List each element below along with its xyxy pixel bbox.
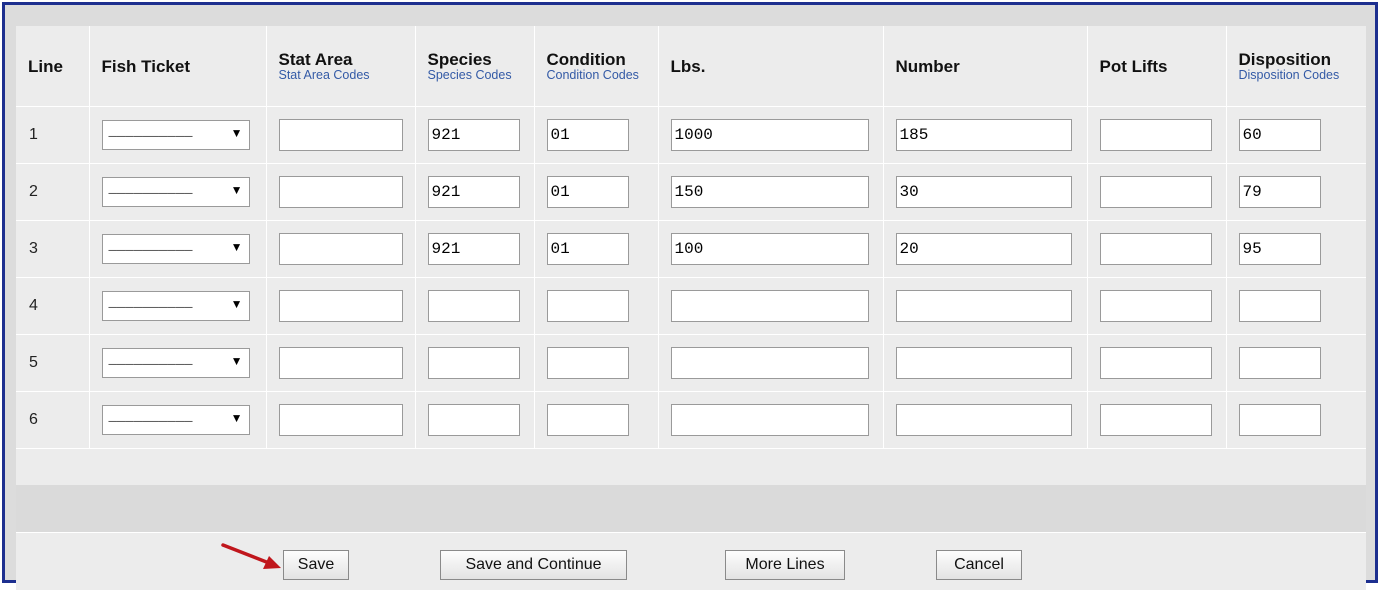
fish-ticket-value: __________ — [108, 238, 193, 254]
save-button[interactable]: Save — [283, 550, 349, 580]
stat-area-input[interactable] — [278, 290, 403, 322]
pot-lifts-input[interactable] — [1099, 176, 1212, 208]
number-input[interactable] — [895, 119, 1072, 151]
header-number: Number — [883, 26, 1088, 107]
species-input[interactable] — [427, 176, 520, 208]
save-and-continue-button[interactable]: Save and Continue — [440, 550, 627, 580]
caret-down-icon: ▼ — [230, 297, 243, 311]
line-number: 1 — [16, 106, 90, 164]
disposition-codes-link[interactable]: Disposition Codes — [1239, 69, 1367, 82]
pot-lifts-input[interactable] — [1099, 233, 1212, 265]
caret-down-icon: ▼ — [230, 411, 243, 425]
disposition-input[interactable] — [1238, 404, 1321, 436]
fish-ticket-value: __________ — [108, 181, 193, 197]
stat-area-input[interactable] — [278, 233, 403, 265]
table-row: 1 __________ ▼ — [16, 106, 1366, 164]
spacer-band — [16, 485, 1366, 532]
fish-ticket-select[interactable]: __________ ▼ — [101, 291, 250, 321]
lbs-input[interactable] — [670, 233, 869, 265]
fish-ticket-select[interactable]: __________ ▼ — [101, 405, 250, 435]
line-number: 2 — [16, 163, 90, 221]
number-input[interactable] — [895, 176, 1072, 208]
fish-ticket-select[interactable]: __________ ▼ — [101, 120, 250, 150]
stat-area-input[interactable] — [278, 176, 403, 208]
table-row: 3 __________ ▼ — [16, 220, 1366, 278]
fish-ticket-select[interactable]: __________ ▼ — [101, 348, 250, 378]
caret-down-icon: ▼ — [230, 240, 243, 254]
header-line: Line — [16, 26, 90, 107]
stat-area-input[interactable] — [278, 119, 403, 151]
form-panel: Line Fish Ticket Stat Area Stat Area Cod… — [16, 26, 1366, 590]
condition-input[interactable] — [546, 404, 629, 436]
header-fish-ticket: Fish Ticket — [89, 26, 267, 107]
disposition-input[interactable] — [1238, 290, 1321, 322]
button-bar: Save Save and Continue More Lines Cancel — [16, 532, 1366, 590]
species-input[interactable] — [427, 233, 520, 265]
lbs-input[interactable] — [670, 290, 869, 322]
fish-ticket-value: __________ — [108, 295, 193, 311]
caret-down-icon: ▼ — [230, 126, 243, 140]
disposition-input[interactable] — [1238, 176, 1321, 208]
cancel-button[interactable]: Cancel — [936, 550, 1022, 580]
species-input[interactable] — [427, 290, 520, 322]
catch-lines-table: Line Fish Ticket Stat Area Stat Area Cod… — [16, 26, 1366, 449]
disposition-input[interactable] — [1238, 119, 1321, 151]
number-input[interactable] — [895, 404, 1072, 436]
lbs-input[interactable] — [670, 176, 869, 208]
line-number: 6 — [16, 391, 90, 449]
species-input[interactable] — [427, 404, 520, 436]
lbs-input[interactable] — [670, 404, 869, 436]
pot-lifts-input[interactable] — [1099, 347, 1212, 379]
header-condition: Condition Condition Codes — [534, 26, 659, 107]
caret-down-icon: ▼ — [230, 183, 243, 197]
fish-ticket-select[interactable]: __________ ▼ — [101, 177, 250, 207]
species-input[interactable] — [427, 119, 520, 151]
condition-input[interactable] — [546, 290, 629, 322]
stat-area-codes-link[interactable]: Stat Area Codes — [279, 69, 415, 82]
table-row: 2 __________ ▼ — [16, 163, 1366, 221]
line-number: 5 — [16, 334, 90, 392]
table-row: 4 __________ ▼ — [16, 277, 1366, 335]
condition-input[interactable] — [546, 176, 629, 208]
pot-lifts-input[interactable] — [1099, 404, 1212, 436]
condition-input[interactable] — [546, 233, 629, 265]
number-input[interactable] — [895, 290, 1072, 322]
fish-ticket-value: __________ — [108, 124, 193, 140]
stat-area-input[interactable] — [278, 404, 403, 436]
caret-down-icon: ▼ — [230, 354, 243, 368]
condition-input[interactable] — [546, 119, 629, 151]
table-row: 5 __________ ▼ — [16, 334, 1366, 392]
disposition-input[interactable] — [1238, 347, 1321, 379]
more-lines-button[interactable]: More Lines — [725, 550, 845, 580]
fish-ticket-select[interactable]: __________ ▼ — [101, 234, 250, 264]
disposition-input[interactable] — [1238, 233, 1321, 265]
fish-ticket-value: __________ — [108, 409, 193, 425]
species-input[interactable] — [427, 347, 520, 379]
header-pot-lifts: Pot Lifts — [1087, 26, 1227, 107]
header-row: Line Fish Ticket Stat Area Stat Area Cod… — [16, 26, 1366, 107]
condition-codes-link[interactable]: Condition Codes — [547, 69, 658, 82]
pot-lifts-input[interactable] — [1099, 290, 1212, 322]
number-input[interactable] — [895, 233, 1072, 265]
line-number: 4 — [16, 277, 90, 335]
header-disposition: Disposition Disposition Codes — [1226, 26, 1366, 107]
lbs-input[interactable] — [670, 347, 869, 379]
header-stat-area: Stat Area Stat Area Codes — [266, 26, 416, 107]
lbs-input[interactable] — [670, 119, 869, 151]
species-codes-link[interactable]: Species Codes — [428, 69, 534, 82]
form-frame: Line Fish Ticket Stat Area Stat Area Cod… — [2, 2, 1378, 590]
header-lbs: Lbs. — [658, 26, 884, 107]
pot-lifts-input[interactable] — [1099, 119, 1212, 151]
condition-input[interactable] — [546, 347, 629, 379]
number-input[interactable] — [895, 347, 1072, 379]
stat-area-input[interactable] — [278, 347, 403, 379]
table-row: 6 __________ ▼ — [16, 391, 1366, 449]
line-number: 3 — [16, 220, 90, 278]
header-species: Species Species Codes — [415, 26, 535, 107]
red-arrow-icon — [221, 543, 281, 569]
fish-ticket-value: __________ — [108, 352, 193, 368]
